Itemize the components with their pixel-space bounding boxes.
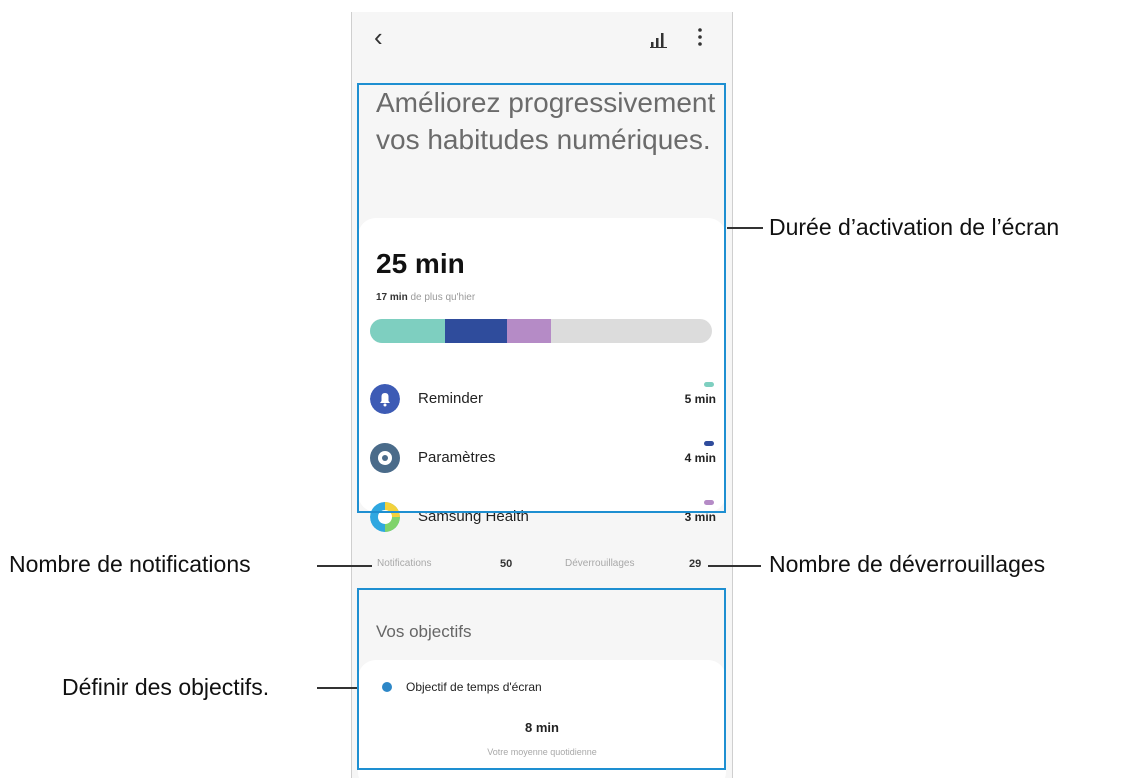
goal-value: 8 min bbox=[525, 720, 559, 735]
app-color-pill bbox=[704, 500, 714, 505]
callout-goals: Définir des objectifs. bbox=[62, 674, 270, 700]
usage-bar bbox=[370, 319, 712, 343]
delta-value: 17 min bbox=[376, 292, 408, 303]
app-name: Samsung Health bbox=[418, 508, 529, 525]
callout-unlocks: Nombre de déverrouillages bbox=[769, 551, 1046, 577]
app-color-pill bbox=[704, 441, 714, 446]
notifications-label: Notifications bbox=[377, 558, 432, 569]
leader-line-notifications bbox=[317, 565, 372, 567]
app-name: Reminder bbox=[418, 390, 484, 407]
gear-icon bbox=[370, 443, 400, 473]
screen-time-delta: 17 min de plus qu'hier bbox=[376, 292, 475, 303]
usage-bar-segment bbox=[370, 319, 446, 343]
app-row-reminder[interactable]: Reminder 5 min bbox=[370, 378, 716, 418]
app-row-samsung-health[interactable]: Samsung Health 3 min bbox=[370, 496, 716, 536]
leader-line-unlocks bbox=[708, 565, 761, 567]
app-color-pill bbox=[704, 382, 714, 387]
usage-bar-segment bbox=[506, 319, 552, 343]
notifications-count[interactable]: 50 bbox=[500, 558, 512, 570]
bar-chart-icon[interactable] bbox=[650, 32, 668, 48]
bell-icon bbox=[370, 384, 400, 414]
app-name: Paramètres bbox=[418, 449, 496, 466]
callout-notifications: Nombre de notifications bbox=[9, 551, 251, 577]
more-vertical-icon[interactable] bbox=[696, 26, 704, 48]
delta-text: de plus qu'hier bbox=[410, 292, 476, 303]
goals-title: Vos objectifs bbox=[376, 622, 472, 641]
goal-subtitle: Votre moyenne quotidienne bbox=[487, 747, 597, 757]
goal-label: Objectif de temps d'écran bbox=[406, 680, 542, 694]
goals-card[interactable]: Objectif de temps d'écran 8 min Votre mo… bbox=[358, 660, 726, 778]
leader-line-screen-time bbox=[727, 227, 763, 229]
app-time: 3 min bbox=[684, 510, 716, 524]
samsung-health-icon bbox=[370, 502, 400, 532]
screen-time-card[interactable]: 25 min 17 min de plus qu'hier Reminder 5… bbox=[358, 218, 726, 532]
app-time: 4 min bbox=[684, 451, 716, 465]
usage-bar-segment bbox=[445, 319, 507, 343]
leader-line-goals bbox=[317, 687, 357, 689]
phone-screen: ‹ Améliorez progressivement vos habitude… bbox=[351, 12, 733, 778]
back-icon[interactable]: ‹ bbox=[374, 22, 383, 53]
unlocks-count[interactable]: 29 bbox=[689, 558, 701, 570]
counts-row: Notifications 50 Déverrouillages 29 bbox=[352, 558, 732, 578]
app-time: 5 min bbox=[684, 392, 716, 406]
unlocks-label: Déverrouillages bbox=[565, 558, 635, 569]
page-headline: Améliorez progressivement vos habitudes … bbox=[376, 87, 716, 155]
app-row-parametres[interactable]: Paramètres 4 min bbox=[370, 437, 716, 477]
screen-time-total: 25 min bbox=[376, 248, 465, 279]
callout-screen-time: Durée d’activation de l’écran bbox=[769, 214, 1060, 240]
top-app-bar: ‹ bbox=[352, 12, 732, 72]
clock-icon bbox=[382, 682, 392, 692]
